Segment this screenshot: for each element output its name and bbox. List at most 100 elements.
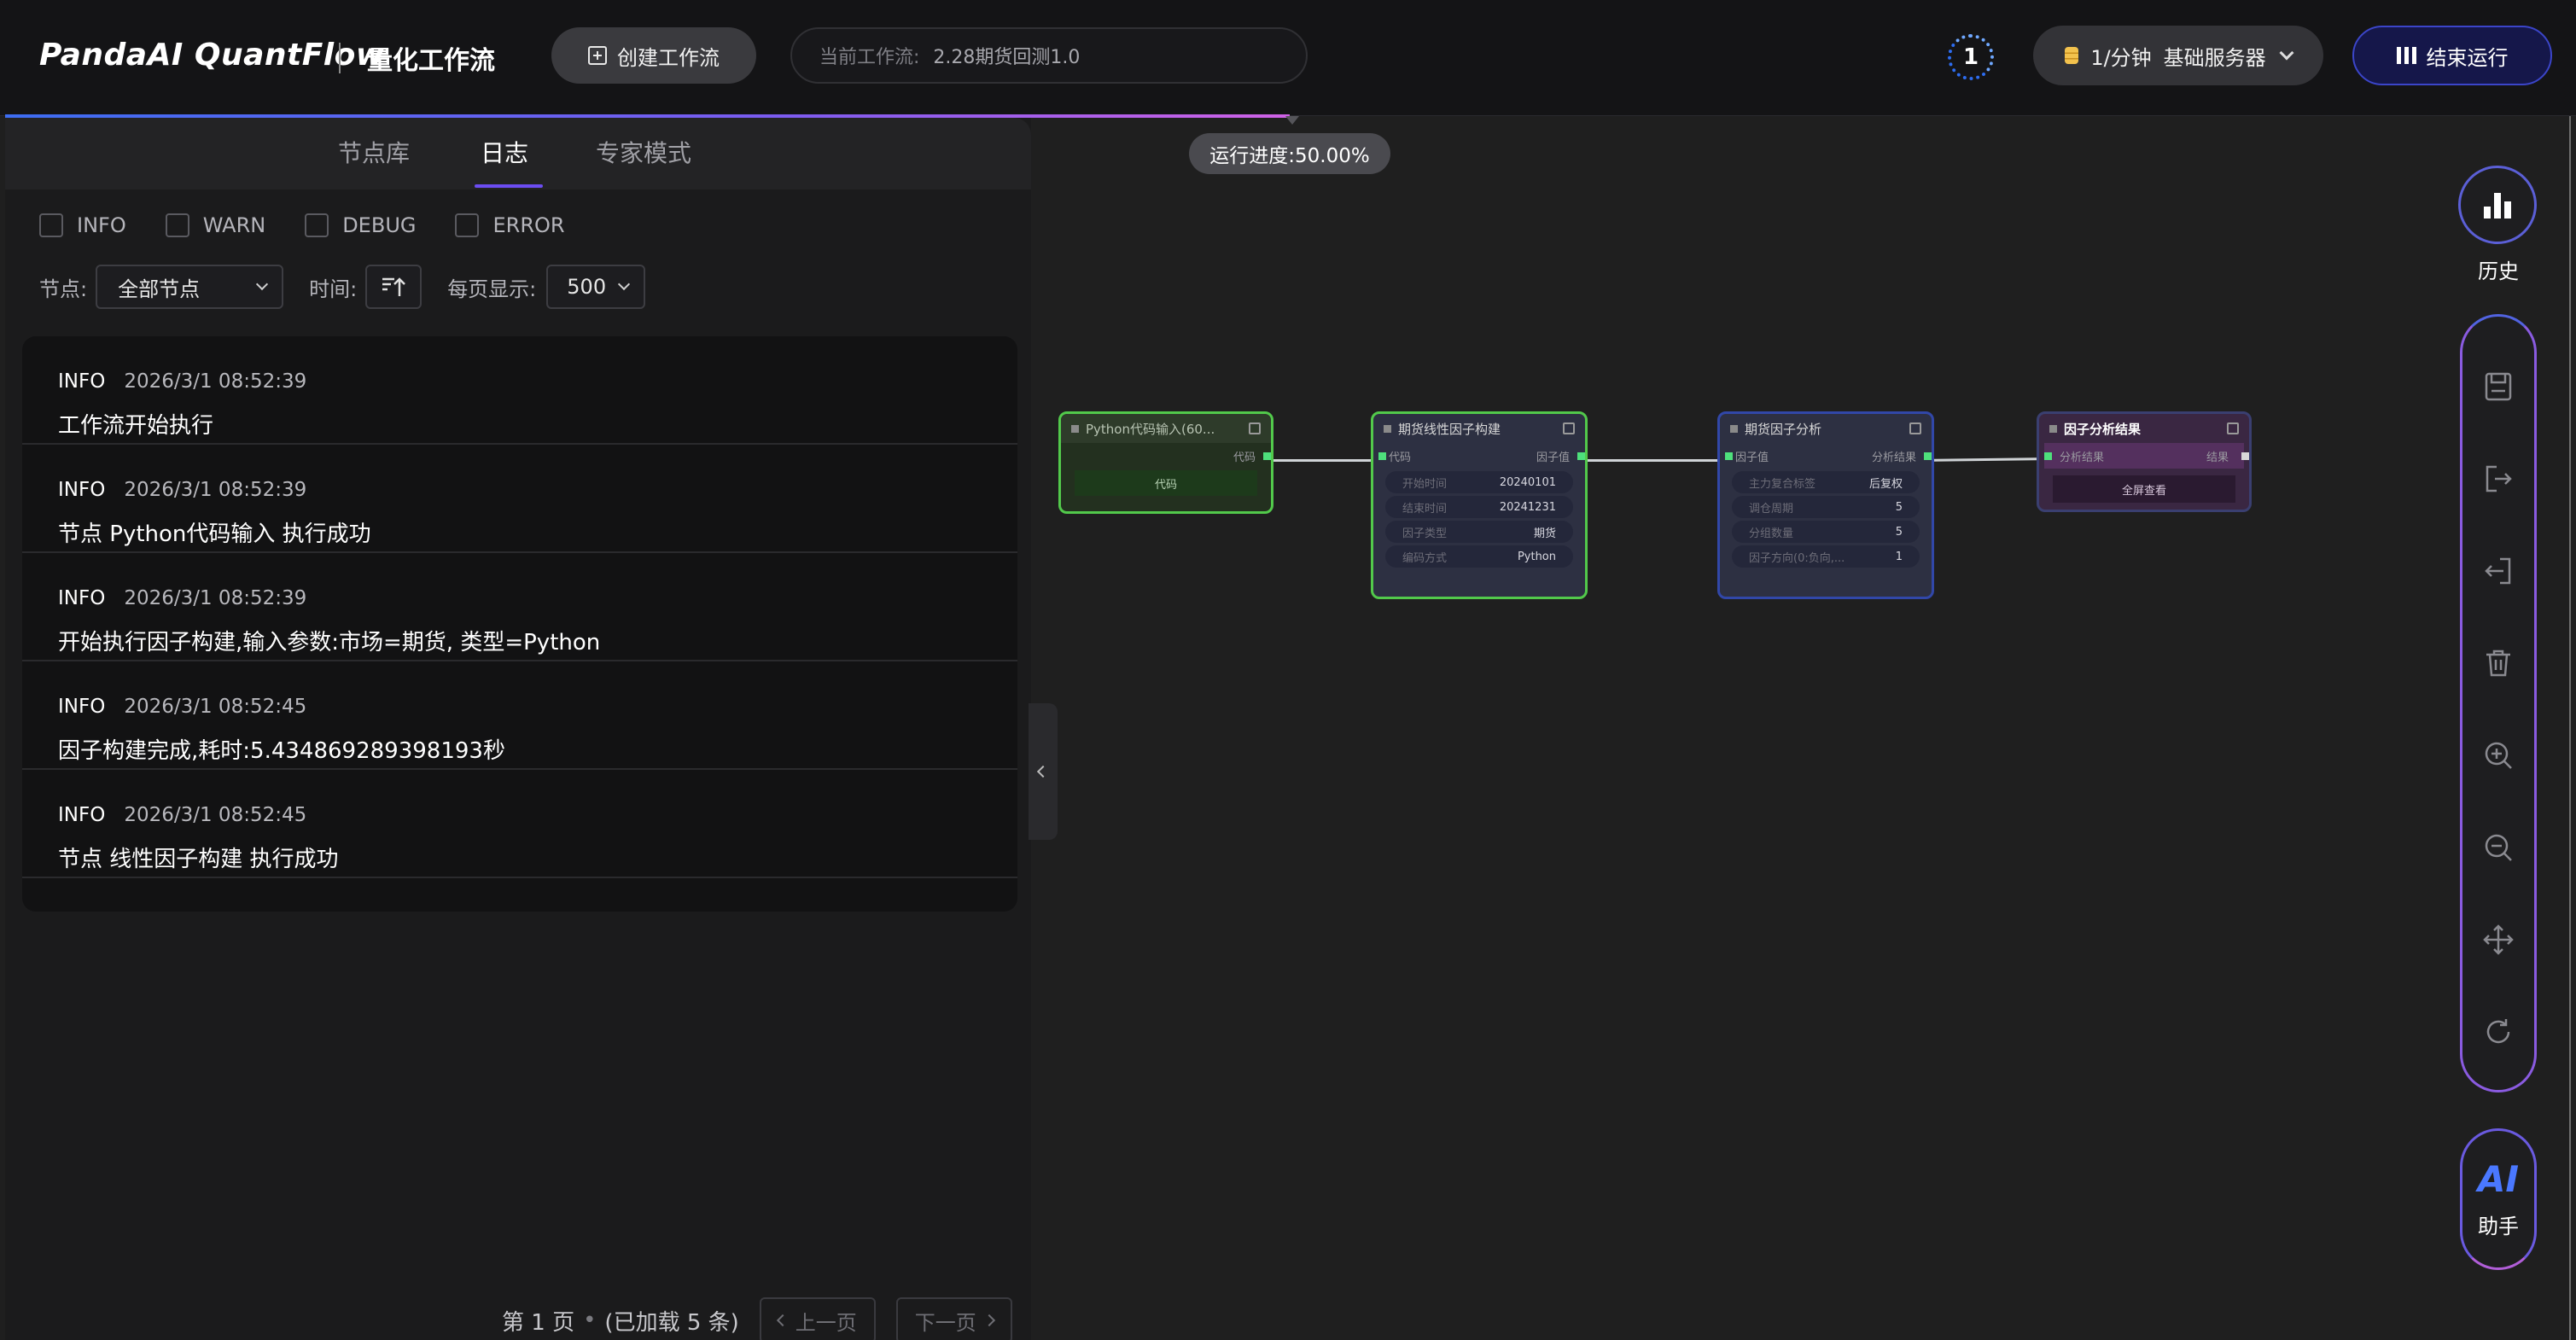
output-port[interactable] — [1577, 452, 1585, 460]
param-name: 调仓周期 — [1749, 502, 1794, 516]
node-factor-analysis[interactable]: 期货因子分析 因子值 分析结果 主力复合标签 后复权 调仓周期 5 分组数量 5 因子… — [1717, 411, 1934, 599]
input-port[interactable] — [1378, 452, 1386, 460]
stop-run-button[interactable]: 结束运行 — [2352, 26, 2552, 85]
param-value: 期货 — [1533, 527, 1556, 540]
edit-icon[interactable] — [1563, 422, 1575, 434]
node-param[interactable]: 调仓周期 5 — [1732, 496, 1920, 518]
edit-icon[interactable] — [1909, 422, 1921, 434]
export-button[interactable] — [2462, 443, 2534, 515]
node-title: 因子分析结果 — [2064, 421, 2142, 437]
server-name: 基础服务器 — [2163, 45, 2266, 70]
running-tasks-badge[interactable]: 1 — [1943, 29, 1999, 85]
fullscreen-view-button[interactable]: 全屏查看 — [2053, 475, 2235, 503]
history-label: 历史 — [2478, 259, 2519, 283]
server-selector[interactable]: 1/分钟 基础服务器 — [2033, 26, 2323, 85]
log-timestamp: 2026/3/1 08:52:45 — [124, 696, 307, 718]
output-port[interactable] — [2241, 452, 2249, 460]
next-page-button[interactable]: 下一页 — [895, 1297, 1012, 1340]
input-port-label: 代码 — [1389, 451, 1412, 464]
filter-error[interactable]: ERROR — [455, 213, 565, 237]
tab-logs[interactable]: 日志 — [481, 135, 528, 169]
filter-warn[interactable]: WARN — [165, 213, 265, 237]
node-param[interactable]: 分组数量 5 — [1732, 521, 1920, 543]
output-port[interactable] — [1924, 452, 1932, 460]
output-port[interactable] — [1263, 452, 1271, 460]
collapse-panel-handle[interactable] — [1029, 703, 1058, 840]
filter-info[interactable]: INFO — [39, 213, 126, 237]
node-param[interactable]: 因子类型 期货 — [1385, 521, 1573, 543]
param-name: 开始时间 — [1402, 477, 1448, 491]
current-workflow-value: 2.28期货回测1.0 — [933, 47, 1081, 68]
create-workflow-label: 创建工作流 — [617, 45, 720, 70]
node-param[interactable]: 开始时间 20240101 — [1385, 471, 1573, 493]
level-filters: INFO WARN DEBUG ERROR — [39, 213, 565, 237]
log-message: 节点 Python代码输入 执行成功 — [58, 521, 371, 547]
log-message: 开始执行因子构建,输入参数:市场=期货, 类型=Python — [58, 630, 601, 655]
log-timestamp: 2026/3/1 08:52:45 — [124, 804, 307, 826]
time-sort-button[interactable] — [365, 265, 423, 309]
output-port-label: 结果 — [2206, 451, 2229, 464]
zoom-out-button[interactable] — [2462, 812, 2534, 883]
input-port[interactable] — [2044, 452, 2052, 460]
checkbox-icon — [305, 213, 329, 237]
pan-button[interactable] — [2462, 904, 2534, 976]
code-button[interactable]: 代码 — [1075, 470, 1257, 496]
node-linear-factor[interactable]: 期货线性因子构建 代码 因子值 开始时间 20240101 结束时间 2024123… — [1371, 411, 1588, 599]
node-analysis-result[interactable]: 因子分析结果 分析结果 结果 全屏查看 — [2037, 411, 2252, 512]
param-name: 主力复合标签 — [1749, 477, 1816, 491]
node-drag-icon — [1071, 424, 1079, 433]
import-button[interactable] — [2462, 535, 2534, 607]
log-level: INFO — [58, 370, 106, 393]
pager-loaded: (已加载 5 条) — [604, 1309, 739, 1336]
node-param[interactable]: 结束时间 20241231 — [1385, 496, 1573, 518]
log-timestamp: 2026/3/1 08:52:39 — [124, 479, 307, 501]
edge-linear-to-analysis — [1579, 459, 1724, 462]
current-workflow-label: 当前工作流: — [819, 47, 920, 68]
brand-divider — [339, 43, 341, 73]
tab-expert-mode[interactable]: 专家模式 — [596, 135, 691, 169]
next-page-label: 下一页 — [914, 1310, 976, 1335]
refresh-button[interactable] — [2462, 996, 2534, 1068]
node-filter-value: 全部节点 — [118, 277, 201, 301]
save-button[interactable] — [2462, 351, 2534, 422]
node-python-input[interactable]: Python代码输入(60... 代码 代码 — [1058, 411, 1273, 514]
current-workflow-field[interactable]: 当前工作流: 2.28期货回测1.0 — [790, 27, 1308, 84]
log-entry: INFO 2026/3/1 08:52:45 节点 线性因子构建 执行成功 — [22, 770, 1017, 878]
param-value: 后复权 — [1868, 477, 1903, 491]
edit-icon[interactable] — [1249, 422, 1261, 434]
running-tasks-count: 1 — [1962, 44, 1979, 70]
history-button[interactable] — [2458, 166, 2537, 244]
output-port-label: 因子值 — [1536, 451, 1570, 464]
node-title: 期货线性因子构建 — [1398, 421, 1501, 437]
delete-button[interactable] — [2462, 627, 2534, 699]
create-workflow-button[interactable]: 创建工作流 — [551, 27, 756, 84]
checkbox-icon — [455, 213, 480, 237]
log-controls: 节点: 全部节点 时间: 每页显示: 500 — [39, 265, 646, 309]
checkbox-icon — [165, 213, 189, 237]
ai-logo: AI — [2477, 1158, 2520, 1200]
top-bar: PandaAI QuantFlow 量化工作流 创建工作流 当前工作流: 2.2… — [0, 0, 2576, 116]
node-param[interactable]: 因子方向(0:负向,... 1 — [1732, 545, 1920, 568]
tab-node-library[interactable]: 节点库 — [338, 135, 410, 169]
zoom-in-button[interactable] — [2462, 720, 2534, 791]
chevron-left-icon — [1036, 765, 1050, 778]
prev-page-button[interactable]: 上一页 — [759, 1297, 876, 1340]
edit-icon[interactable] — [2227, 422, 2239, 434]
log-message: 工作流开始执行 — [58, 413, 214, 439]
panel-tabs: 节点库 日志 专家模式 — [5, 118, 1031, 189]
node-param[interactable]: 编码方式 Python — [1385, 545, 1573, 568]
input-port[interactable] — [1725, 452, 1733, 460]
node-param[interactable]: 主力复合标签 后复权 — [1732, 471, 1920, 493]
time-sort-label: 时间: — [309, 277, 358, 301]
zoom-in-icon — [2485, 742, 2512, 769]
filter-debug[interactable]: DEBUG — [305, 213, 416, 237]
param-value: 20241231 — [1499, 500, 1556, 514]
node-filter-select[interactable]: 全部节点 — [96, 265, 284, 309]
ai-assistant-button[interactable]: AI 助手 — [2460, 1128, 2537, 1270]
pager-separator: • — [583, 1308, 597, 1333]
per-page-value: 500 — [567, 275, 607, 299]
log-entry: INFO 2026/3/1 08:52:39 节点 Python代码输入 执行成功 — [22, 445, 1017, 553]
per-page-select[interactable]: 500 — [546, 265, 646, 309]
filter-debug-label: DEBUG — [342, 213, 417, 237]
param-value: 1 — [1895, 550, 1903, 563]
